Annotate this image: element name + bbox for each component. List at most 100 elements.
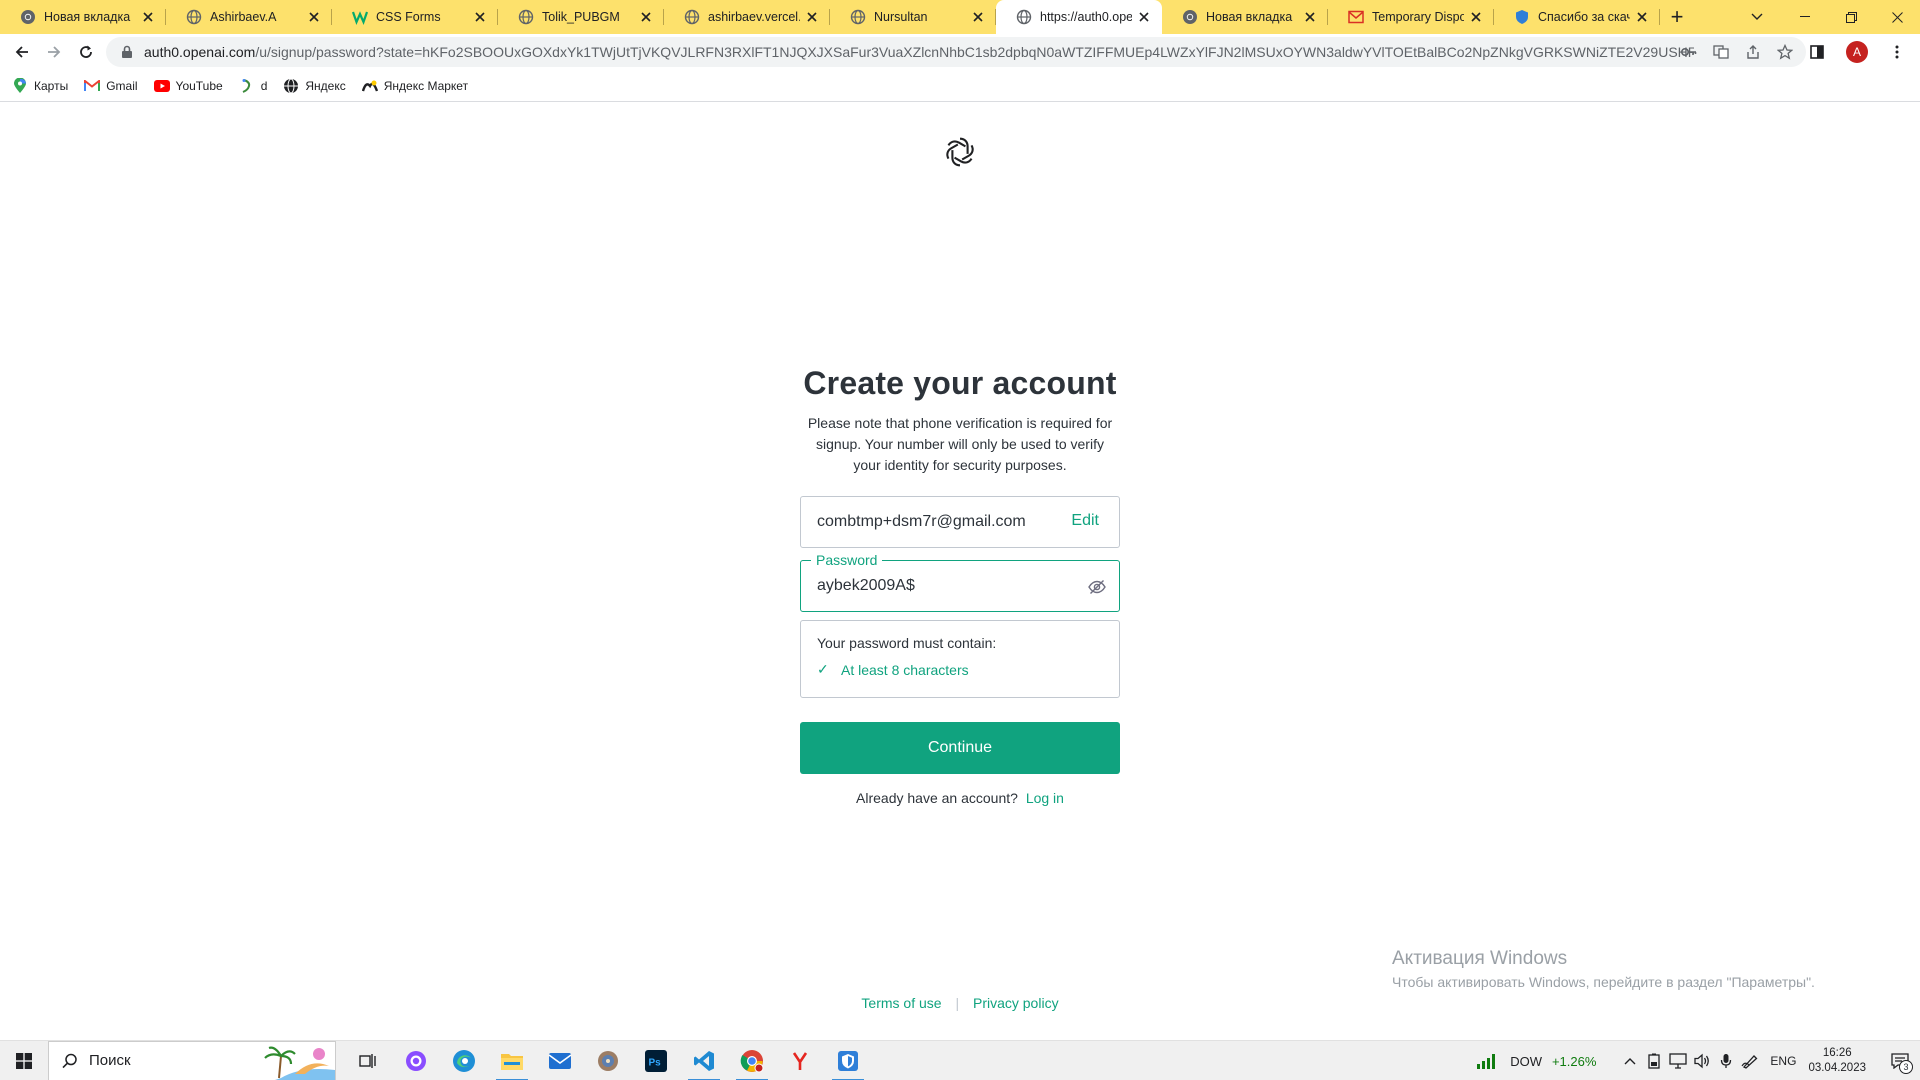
battery-icon[interactable]	[1642, 1041, 1666, 1080]
back-button[interactable]	[6, 36, 38, 68]
bookmark-item[interactable]: Gmail	[84, 74, 138, 98]
tab-close-icon[interactable]	[1302, 9, 1318, 25]
minimize-button[interactable]	[1782, 0, 1828, 34]
restore-button[interactable]	[1828, 0, 1874, 34]
taskbar-search[interactable]: Поиск	[48, 1040, 336, 1080]
email-field[interactable]: combtmp+dsm7r@gmail.com Edit	[800, 496, 1120, 548]
browser-tab[interactable]: Temporary Dispos	[1328, 0, 1494, 34]
share-icon[interactable]	[1744, 43, 1762, 61]
network-icon[interactable]	[1666, 1041, 1690, 1080]
close-window-button[interactable]	[1874, 0, 1920, 34]
microphone-icon[interactable]	[1714, 1041, 1738, 1080]
tab-close-icon[interactable]	[638, 9, 654, 25]
start-button[interactable]	[0, 1041, 48, 1080]
browser-tab[interactable]: Ashirbaev.A	[166, 0, 332, 34]
tab-close-icon[interactable]	[1136, 9, 1152, 25]
address-bar[interactable]: auth0.openai.com/u/signup/password?state…	[106, 37, 1806, 67]
footer-links: Terms of use | Privacy policy	[0, 995, 1920, 1011]
mail-icon	[1348, 9, 1364, 25]
bookmark-item[interactable]: Яндекс Маркет	[361, 74, 469, 98]
photoshop-icon[interactable]: Ps	[632, 1041, 680, 1080]
language-indicator[interactable]: ENG	[1770, 1054, 1796, 1068]
clock[interactable]: 16:26 03.04.2023	[1808, 1046, 1866, 1076]
pen-ink-icon[interactable]	[1738, 1041, 1762, 1080]
browser-tab[interactable]: Tolik_PUBGM	[498, 0, 664, 34]
hide-password-eye-icon[interactable]	[1087, 577, 1107, 597]
notification-center-button[interactable]: 3	[1880, 1041, 1920, 1080]
phone-verification-notice: Please note that phone verification is r…	[807, 415, 1113, 473]
lock-icon[interactable]	[120, 45, 134, 59]
w-icon	[352, 9, 368, 25]
bookmark-label: Яндекс	[305, 78, 346, 93]
show-hidden-icons-chevron-icon[interactable]	[1618, 1041, 1642, 1080]
tab-close-icon[interactable]	[306, 9, 322, 25]
tab-search-chevron-icon[interactable]	[1740, 0, 1774, 34]
bookmark-item[interactable]: Карты	[12, 74, 68, 98]
alice-assistant-icon[interactable]	[392, 1041, 440, 1080]
windows-activation-watermark: Активация Windows Чтобы активировать Win…	[1392, 948, 1815, 990]
privacy-policy-link[interactable]: Privacy policy	[973, 995, 1059, 1011]
stock-chart-icon	[1477, 1054, 1496, 1069]
stock-widget[interactable]: DOW +1.26%	[1476, 1052, 1596, 1070]
tab-close-icon[interactable]	[804, 9, 820, 25]
browser-tab[interactable]: CSS Forms	[332, 0, 498, 34]
key-icon[interactable]	[1680, 43, 1698, 61]
signup-page: Create your account Please note that pho…	[0, 103, 1920, 1040]
password-requirements: Your password must contain: ✓ At least 8…	[800, 620, 1120, 698]
chrome-browser-icon[interactable]	[728, 1041, 776, 1080]
browser-tab[interactable]: Nursultan	[830, 0, 996, 34]
browser-tab[interactable]: Новая вкладка	[0, 0, 166, 34]
tab-title: CSS Forms	[376, 10, 441, 24]
menu-kebab-icon[interactable]	[1882, 36, 1912, 68]
edit-email-link[interactable]: Edit	[1071, 512, 1099, 530]
yandex-browser-icon[interactable]	[776, 1041, 824, 1080]
globe-icon	[518, 9, 534, 25]
translate-icon[interactable]	[1712, 43, 1730, 61]
task-view-icon[interactable]	[344, 1041, 392, 1080]
terms-of-use-link[interactable]: Terms of use	[861, 995, 941, 1011]
password-label: Password	[811, 551, 883, 569]
volume-icon[interactable]	[1690, 1041, 1714, 1080]
edge-browser-icon[interactable]	[440, 1041, 488, 1080]
stock-name: DOW	[1510, 1053, 1542, 1069]
windows-taskbar: Поиск Ps DOW +1.26% ENG 16:26 03.04.2023…	[0, 1040, 1920, 1080]
reload-button[interactable]	[70, 36, 102, 68]
chrome-icon	[20, 9, 36, 25]
tab-close-icon[interactable]	[472, 9, 488, 25]
profile-avatar[interactable]: A	[1842, 36, 1872, 68]
new-tab-button[interactable]: +	[1660, 0, 1694, 34]
tab-close-icon[interactable]	[1468, 9, 1484, 25]
youtube-icon	[153, 78, 170, 94]
bookmark-item[interactable]: YouTube	[153, 74, 223, 98]
tab-list: Новая вкладка Ashirbaev.A CSS Forms Tolik_P…	[0, 0, 1660, 34]
tab-title: Новая вкладка	[1206, 10, 1293, 24]
star-icon[interactable]	[1776, 43, 1794, 61]
bookmark-item[interactable]: d	[239, 74, 267, 98]
browser-tab[interactable]: Спасибо за скачи	[1494, 0, 1660, 34]
mail-app-icon[interactable]	[536, 1041, 584, 1080]
stock-change: +1.26%	[1551, 1053, 1597, 1069]
bookmarks-bar: Карты Gmail YouTube d Яндекс Яндекс Маркет	[0, 70, 1920, 102]
url-path: /u/signup/password?state=hKFo2SBOOUxGOXd…	[255, 44, 1694, 60]
tab-close-icon[interactable]	[1634, 9, 1650, 25]
footer-separator: |	[955, 995, 960, 1011]
security-app-icon[interactable]	[824, 1041, 872, 1080]
browser-tab[interactable]: https://auth0.open	[996, 0, 1162, 34]
continue-button[interactable]: Continue	[800, 722, 1120, 774]
bookmark-item[interactable]: Яндекс	[283, 74, 346, 98]
file-explorer-icon[interactable]	[488, 1041, 536, 1080]
bookmark-label: YouTube	[175, 78, 223, 93]
password-field[interactable]: Password aybek2009A$	[800, 551, 1120, 612]
search-placeholder: Поиск	[89, 1052, 131, 1069]
media-app-icon[interactable]	[584, 1041, 632, 1080]
bookmark-label: Яндекс Маркет	[383, 78, 469, 93]
browser-tab[interactable]: Новая вкладка	[1162, 0, 1328, 34]
tab-close-icon[interactable]	[140, 9, 156, 25]
login-link[interactable]: Log in	[1026, 790, 1064, 806]
browser-tab[interactable]: ashirbaev.vercel.ap	[664, 0, 830, 34]
forward-button[interactable]	[38, 36, 70, 68]
window-controls	[1782, 0, 1920, 34]
side-panel-icon[interactable]	[1802, 36, 1832, 68]
vscode-icon[interactable]	[680, 1041, 728, 1080]
tab-close-icon[interactable]	[970, 9, 986, 25]
